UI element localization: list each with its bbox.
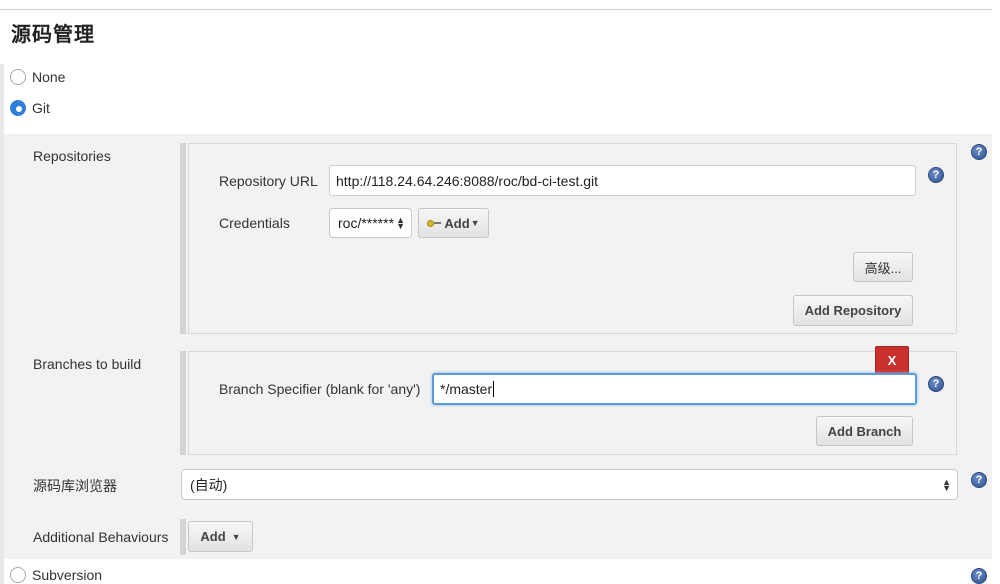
repository-browser-select[interactable]: (自动) ▲ ▼ (181, 469, 958, 500)
advanced-button[interactable]: 高级... (853, 252, 913, 282)
caret-down-icon: ▼ (470, 218, 480, 228)
add-branch-button[interactable]: Add Branch (816, 416, 913, 446)
select-arrows-icon: ▲ ▼ (396, 215, 405, 231)
additional-behaviours-label: Additional Behaviours (33, 529, 169, 545)
credentials-add-button[interactable]: Add ▼ (418, 208, 489, 238)
scm-option-subversion-label: Subversion (32, 567, 103, 583)
scm-option-none-label: None (32, 69, 66, 85)
text-cursor (493, 381, 495, 397)
subversion-help-icon[interactable]: ? (971, 568, 987, 584)
repository-url-value: http://118.24.64.246:8088/roc/bd-ci-test… (336, 172, 599, 189)
radio-git[interactable] (10, 100, 26, 116)
branch-specifier-input[interactable]: */master (432, 373, 917, 405)
repository-url-help-icon[interactable]: ? (928, 167, 944, 183)
repository-browser-help-icon[interactable]: ? (971, 472, 987, 488)
scm-option-subversion[interactable]: Subversion (10, 567, 102, 583)
caret-down-icon: ▼ (231, 531, 241, 542)
branches-label: Branches to build (33, 356, 142, 372)
add-behaviour-label: Add (200, 529, 226, 544)
behaviours-bar (180, 519, 186, 555)
branch-specifier-value: */master (440, 381, 493, 397)
credentials-label: Credentials (219, 215, 290, 231)
credentials-value: roc/****** (338, 215, 395, 231)
credentials-select[interactable]: roc/****** ▲ ▼ (329, 208, 412, 238)
add-behaviour-button[interactable]: Add ▼ (188, 521, 253, 552)
scm-option-none[interactable]: None (10, 69, 65, 85)
section-title: 源码管理 (11, 24, 95, 46)
repositories-help-icon[interactable]: ? (971, 144, 987, 160)
repositories-bar (180, 143, 186, 334)
scm-option-git[interactable]: Git (10, 100, 50, 116)
repository-url-input[interactable]: http://118.24.64.246:8088/roc/bd-ci-test… (329, 165, 916, 196)
repositories-label: Repositories (33, 148, 111, 164)
repository-browser-label: 源码库浏览器 (33, 478, 117, 494)
top-divider (0, 9, 992, 10)
repository-url-label: Repository URL (219, 173, 318, 189)
credentials-add-label: Add (444, 215, 470, 231)
key-icon (427, 219, 442, 227)
scm-option-git-label: Git (32, 100, 50, 116)
branches-bar (180, 351, 186, 455)
radio-none[interactable] (10, 69, 26, 85)
delete-branch-button[interactable]: X (875, 346, 909, 375)
add-repository-button[interactable]: Add Repository (793, 295, 913, 326)
repository-browser-value: (自动) (190, 476, 228, 493)
radio-subversion[interactable] (10, 567, 26, 583)
branch-specifier-help-icon[interactable]: ? (928, 376, 944, 392)
select-arrows-icon: ▲ ▼ (942, 476, 951, 493)
branch-specifier-label: Branch Specifier (blank for 'any') (219, 381, 421, 397)
